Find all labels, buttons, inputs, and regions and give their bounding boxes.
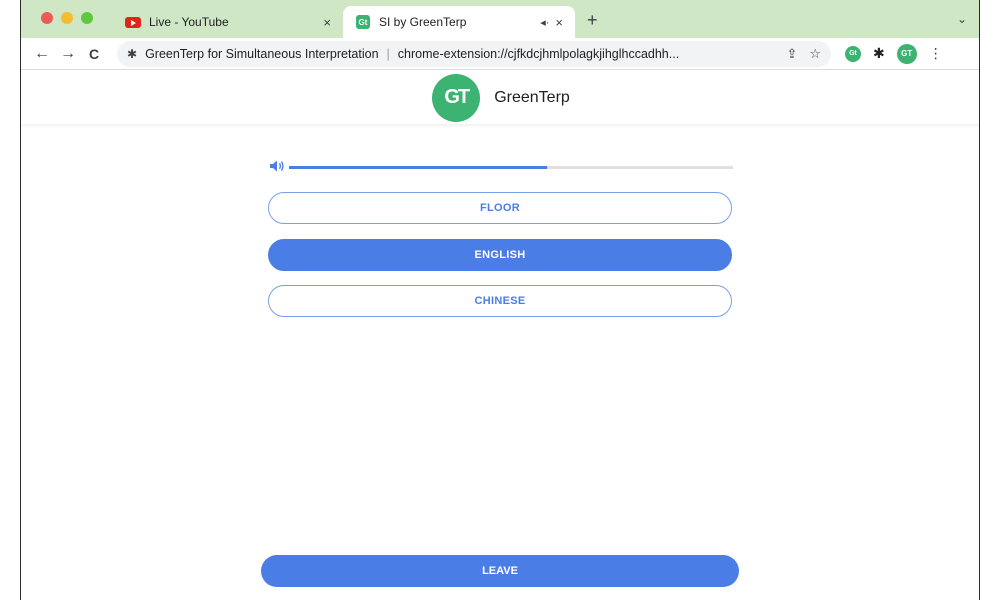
- extension-puzzle-icon: ✱: [127, 46, 138, 61]
- window-controls: [41, 12, 93, 24]
- channel-english-button[interactable]: ENGLISH: [268, 239, 732, 271]
- tab-youtube[interactable]: Live - YouTube ×: [113, 6, 343, 38]
- browser-menu-icon[interactable]: ⋮: [929, 45, 943, 62]
- url-text: chrome-extension://cjfkdcjhmlpolagkjihgl…: [397, 46, 680, 61]
- page-content: GT GreenTerp FLOOR ENGLISH CHINESE LEAVE: [21, 71, 979, 600]
- site-name: GreenTerp for Simultaneous Interpretatio…: [145, 46, 379, 61]
- tab-greenterp[interactable]: Gt SI by GreenTerp ◂· ×: [343, 6, 575, 38]
- volume-slider[interactable]: [289, 165, 733, 169]
- tab-strip: Live - YouTube × Gt SI by GreenTerp ◂· ×…: [21, 0, 979, 38]
- volume-slider-fill: [289, 165, 547, 169]
- greenterp-favicon-icon: Gt: [355, 14, 371, 30]
- leave-button[interactable]: LEAVE: [261, 555, 739, 587]
- audio-playing-icon[interactable]: ◂·: [540, 16, 549, 29]
- greenterp-logo: GT: [432, 73, 481, 122]
- new-tab-button[interactable]: +: [587, 10, 598, 31]
- channel-chinese-button[interactable]: CHINESE: [268, 285, 732, 317]
- app-header: GT GreenTerp: [21, 71, 979, 124]
- youtube-icon: [125, 14, 141, 30]
- toolbar-icons: Gt ✱ GT ⋮: [845, 43, 943, 64]
- close-icon[interactable]: ×: [323, 15, 331, 30]
- extensions-puzzle-icon[interactable]: ✱: [873, 45, 885, 62]
- close-window-button[interactable]: [41, 12, 53, 24]
- share-icon[interactable]: ⇪: [786, 46, 797, 62]
- channel-floor-button[interactable]: FLOOR: [268, 192, 732, 224]
- profile-avatar[interactable]: GT: [896, 43, 917, 64]
- tab-search-chevron-icon[interactable]: ⌄: [957, 12, 967, 26]
- browser-toolbar: ← → C ✱ GreenTerp for Simultaneous Inter…: [21, 38, 979, 70]
- tab-title: Live - YouTube: [149, 15, 229, 29]
- address-bar[interactable]: ✱ GreenTerp for Simultaneous Interpretat…: [117, 40, 831, 67]
- bookmark-star-icon[interactable]: ☆: [809, 46, 821, 62]
- volume-control: [269, 159, 733, 175]
- reload-button[interactable]: C: [81, 46, 107, 62]
- maximize-window-button[interactable]: [81, 12, 93, 24]
- app-name: GreenTerp: [494, 88, 570, 106]
- browser-window: Live - YouTube × Gt SI by GreenTerp ◂· ×…: [20, 0, 980, 600]
- greenterp-extension-icon[interactable]: Gt: [845, 45, 861, 62]
- forward-button[interactable]: →: [55, 45, 81, 63]
- speaker-icon[interactable]: [269, 159, 289, 176]
- close-icon[interactable]: ×: [555, 15, 563, 30]
- tab-title: SI by GreenTerp: [379, 15, 467, 29]
- minimize-window-button[interactable]: [61, 12, 73, 24]
- separator: |: [386, 46, 390, 61]
- back-button[interactable]: ←: [29, 45, 55, 63]
